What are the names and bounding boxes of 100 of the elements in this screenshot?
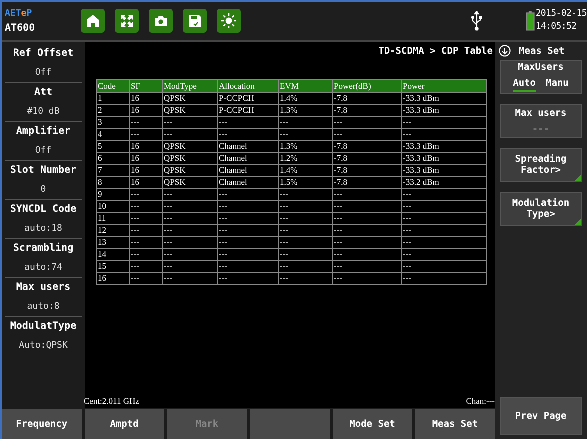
menu-title: Meas Set	[519, 46, 565, 56]
table-cell: 2	[96, 104, 130, 116]
table-cell: ---	[130, 272, 162, 284]
breadcrumb: TD-SCDMA > CDP Table	[378, 46, 493, 57]
table-cell: Channel	[218, 140, 278, 152]
house-icon	[86, 14, 100, 28]
column-header: Allocation	[218, 80, 278, 92]
brightness-button[interactable]	[217, 9, 242, 33]
setting-value: auto:18	[24, 224, 62, 234]
camera-icon	[154, 14, 168, 28]
column-header: Code	[96, 80, 130, 92]
table-cell: QPSK	[162, 140, 218, 152]
setting-value: Auto:QPSK	[19, 340, 68, 351]
table-cell: 16	[130, 176, 162, 188]
softkey[interactable]: Meas Set	[415, 409, 496, 439]
table-cell: ---	[130, 248, 162, 260]
table-cell: 6	[96, 152, 130, 164]
table-cell: ---	[162, 224, 218, 236]
table-cell: ---	[278, 260, 332, 272]
sun-icon	[221, 13, 238, 29]
table-cell: 1.5%	[278, 176, 332, 188]
table-cell: ---	[332, 128, 402, 140]
table-cell: -7.8	[332, 92, 402, 104]
table-cell: ---	[130, 200, 162, 212]
table-cell: ---	[218, 236, 278, 248]
table-cell: 1.3%	[278, 104, 332, 116]
table-cell: ---	[218, 212, 278, 224]
table-cell: ---	[332, 272, 402, 284]
submenu-button[interactable]: Modulation Type>	[500, 192, 582, 226]
table-cell: ---	[218, 260, 278, 272]
down-arrow-icon	[499, 45, 511, 57]
table-cell: P-CCPCH	[218, 104, 278, 116]
table-cell: 1.4%	[278, 92, 332, 104]
prev-page-button[interactable]: Prev Page	[500, 397, 582, 435]
save-button[interactable]	[183, 9, 208, 33]
logo: AETeP	[5, 8, 34, 18]
table-cell: ---	[402, 212, 486, 224]
time-text: 14:05:52	[536, 21, 578, 34]
table-cell: 12	[96, 224, 130, 236]
softkey[interactable]: Frequency	[2, 409, 82, 439]
setting-label: SYNCDL Code	[10, 204, 77, 216]
table-cell: -33.2 dBm	[402, 176, 486, 188]
table-cell: ---	[162, 236, 218, 248]
table-cell: ---	[130, 236, 162, 248]
setting-label: Scrambling	[13, 243, 74, 254]
table-cell: -33.3 dBm	[402, 152, 486, 164]
setting-value: Off	[35, 146, 52, 156]
table-cell: ---	[332, 200, 402, 212]
table-cell: ---	[402, 248, 486, 260]
setting-label: Max users	[16, 282, 71, 294]
table-cell: ---	[130, 116, 162, 128]
table-cell: 16	[96, 272, 130, 284]
setting-label: Amplifier	[16, 126, 71, 138]
table-cell: ---	[332, 260, 402, 272]
table-cell: ---	[332, 248, 402, 260]
table-cell: 1.3%	[278, 140, 332, 152]
table-cell: 13	[96, 236, 130, 248]
table-cell: QPSK	[162, 176, 218, 188]
table-cell: ---	[402, 128, 486, 140]
table-cell: Channel	[218, 176, 278, 188]
table-cell: 16	[130, 140, 162, 152]
softkey[interactable]: Amptd	[84, 409, 164, 439]
table-cell: ---	[218, 272, 278, 284]
toggle-button[interactable]: MaxUsers Auto Manu	[500, 60, 582, 94]
table-cell: ---	[162, 200, 218, 212]
table-cell: ---	[402, 260, 486, 272]
table-cell: -7.8	[332, 152, 402, 164]
fullscreen-button[interactable]	[115, 9, 140, 33]
table-cell: 16	[130, 164, 162, 176]
table-cell: ---	[130, 212, 162, 224]
table-cell: ---	[278, 248, 332, 260]
table-cell: ---	[130, 128, 162, 140]
table-cell: ---	[162, 128, 218, 140]
setting-label: ModulatType	[10, 321, 77, 332]
table-cell: 10	[96, 200, 130, 212]
submenu-button[interactable]: Spreading Factor>	[500, 148, 582, 182]
setting-value: auto:74	[24, 262, 62, 273]
home-button[interactable]	[81, 9, 106, 33]
table-cell: ---	[402, 236, 486, 248]
table-cell: 15	[96, 260, 130, 272]
center-frequency: Cent:2.011 GHz	[84, 396, 140, 406]
channel-text: Chan:---	[466, 396, 495, 406]
table-cell: 9	[96, 188, 130, 200]
table-cell: ---	[130, 260, 162, 272]
setting-value: auto:8	[27, 302, 60, 312]
setting-label: Ref Offset	[13, 48, 74, 60]
table-cell: ---	[332, 188, 402, 200]
table-cell: 16	[130, 152, 162, 164]
table-cell: ---	[332, 236, 402, 248]
softkey[interactable]: Mode Set	[332, 409, 412, 439]
table-cell: 7	[96, 164, 130, 176]
screenshot-button[interactable]	[149, 9, 174, 33]
table-cell: ---	[278, 236, 332, 248]
setting-label: Slot Number	[10, 165, 77, 176]
table-cell: ---	[162, 260, 218, 272]
table-cell: ---	[218, 128, 278, 140]
column-header: SF	[130, 80, 162, 92]
table-cell: ---	[278, 212, 332, 224]
table-cell: 16	[130, 92, 162, 104]
table-cell: P-CCPCH	[218, 92, 278, 104]
